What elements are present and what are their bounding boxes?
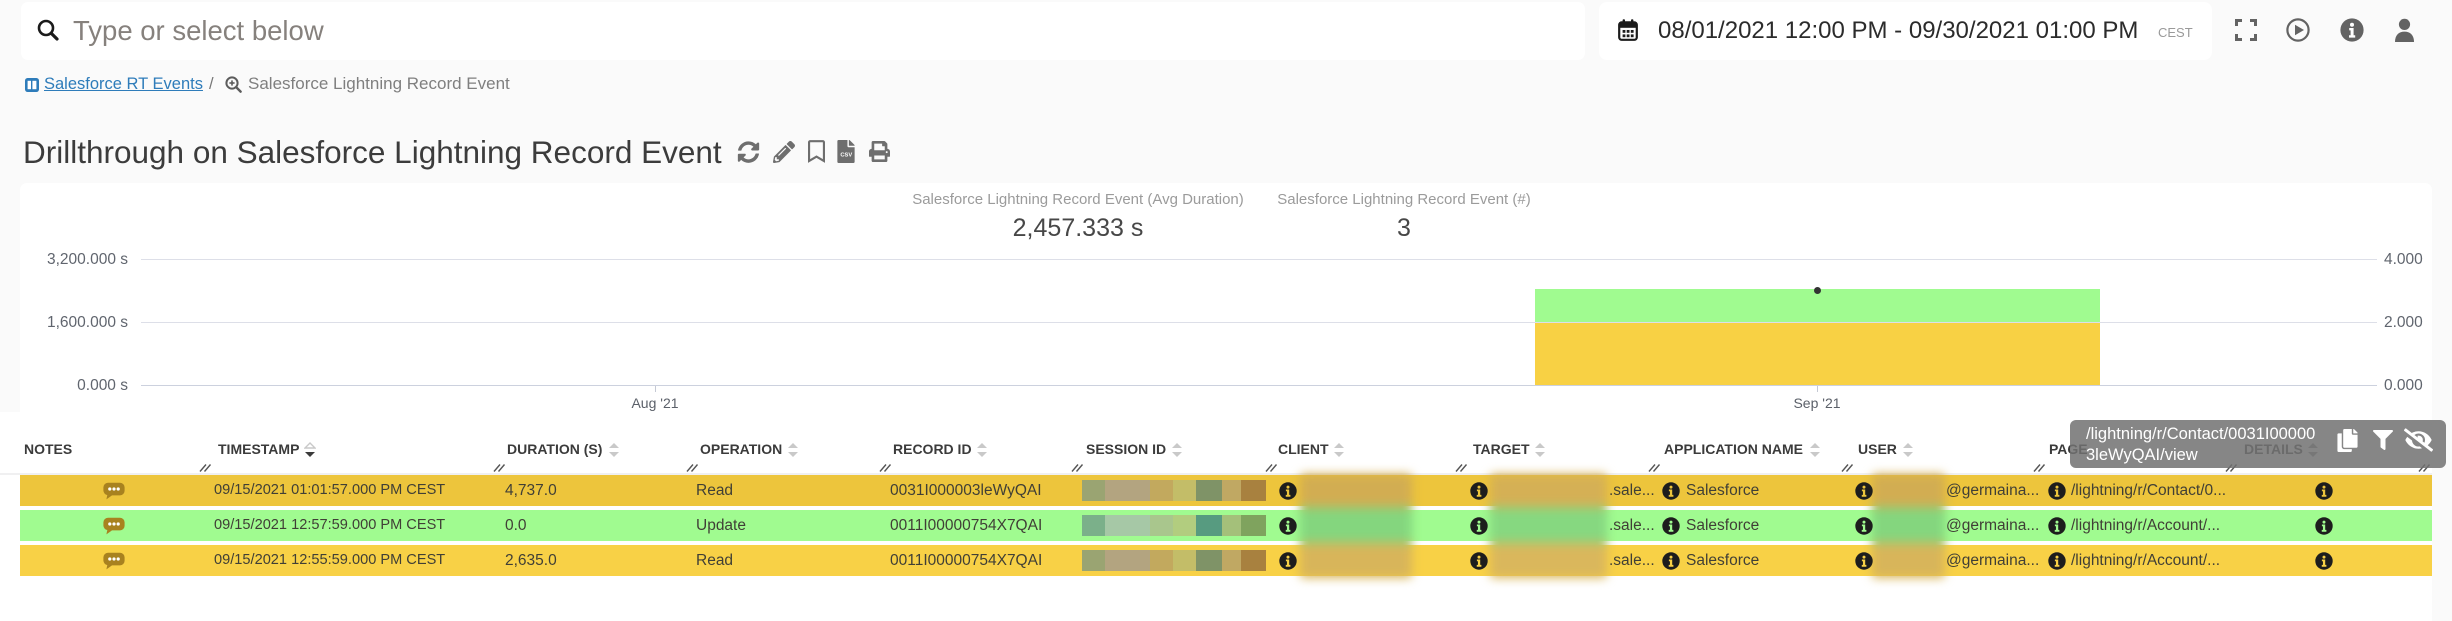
svg-text:CSV: CSV: [840, 153, 852, 159]
